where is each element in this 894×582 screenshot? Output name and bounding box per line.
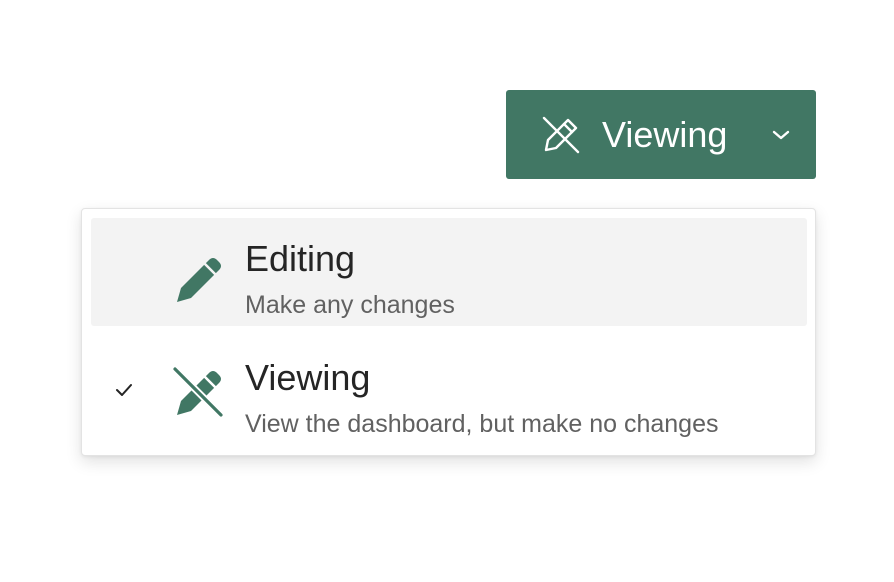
menu-item-description: Make any changes (245, 291, 455, 319)
menu-item-title: Editing (245, 238, 356, 279)
mode-button-label: Viewing (602, 114, 728, 155)
menu-item-description: View the dashboard, but make no changes (245, 410, 719, 438)
menu-item-editing[interactable]: Editing Make any changes (91, 218, 807, 326)
checkmark-icon (113, 381, 135, 399)
pencil-off-icon (169, 363, 227, 421)
stage: Viewing Editing Make any changes Viewing… (0, 0, 894, 582)
chevron-down-icon (768, 126, 794, 144)
menu-item-title: Viewing (245, 357, 371, 398)
menu-item-viewing[interactable]: Viewing View the dashboard, but make no … (91, 337, 807, 445)
mode-dropdown-button[interactable]: Viewing (506, 90, 816, 179)
mode-menu: Editing Make any changes Viewing View th… (81, 208, 816, 456)
pencil-off-icon (538, 112, 584, 158)
pencil-icon (169, 250, 227, 308)
